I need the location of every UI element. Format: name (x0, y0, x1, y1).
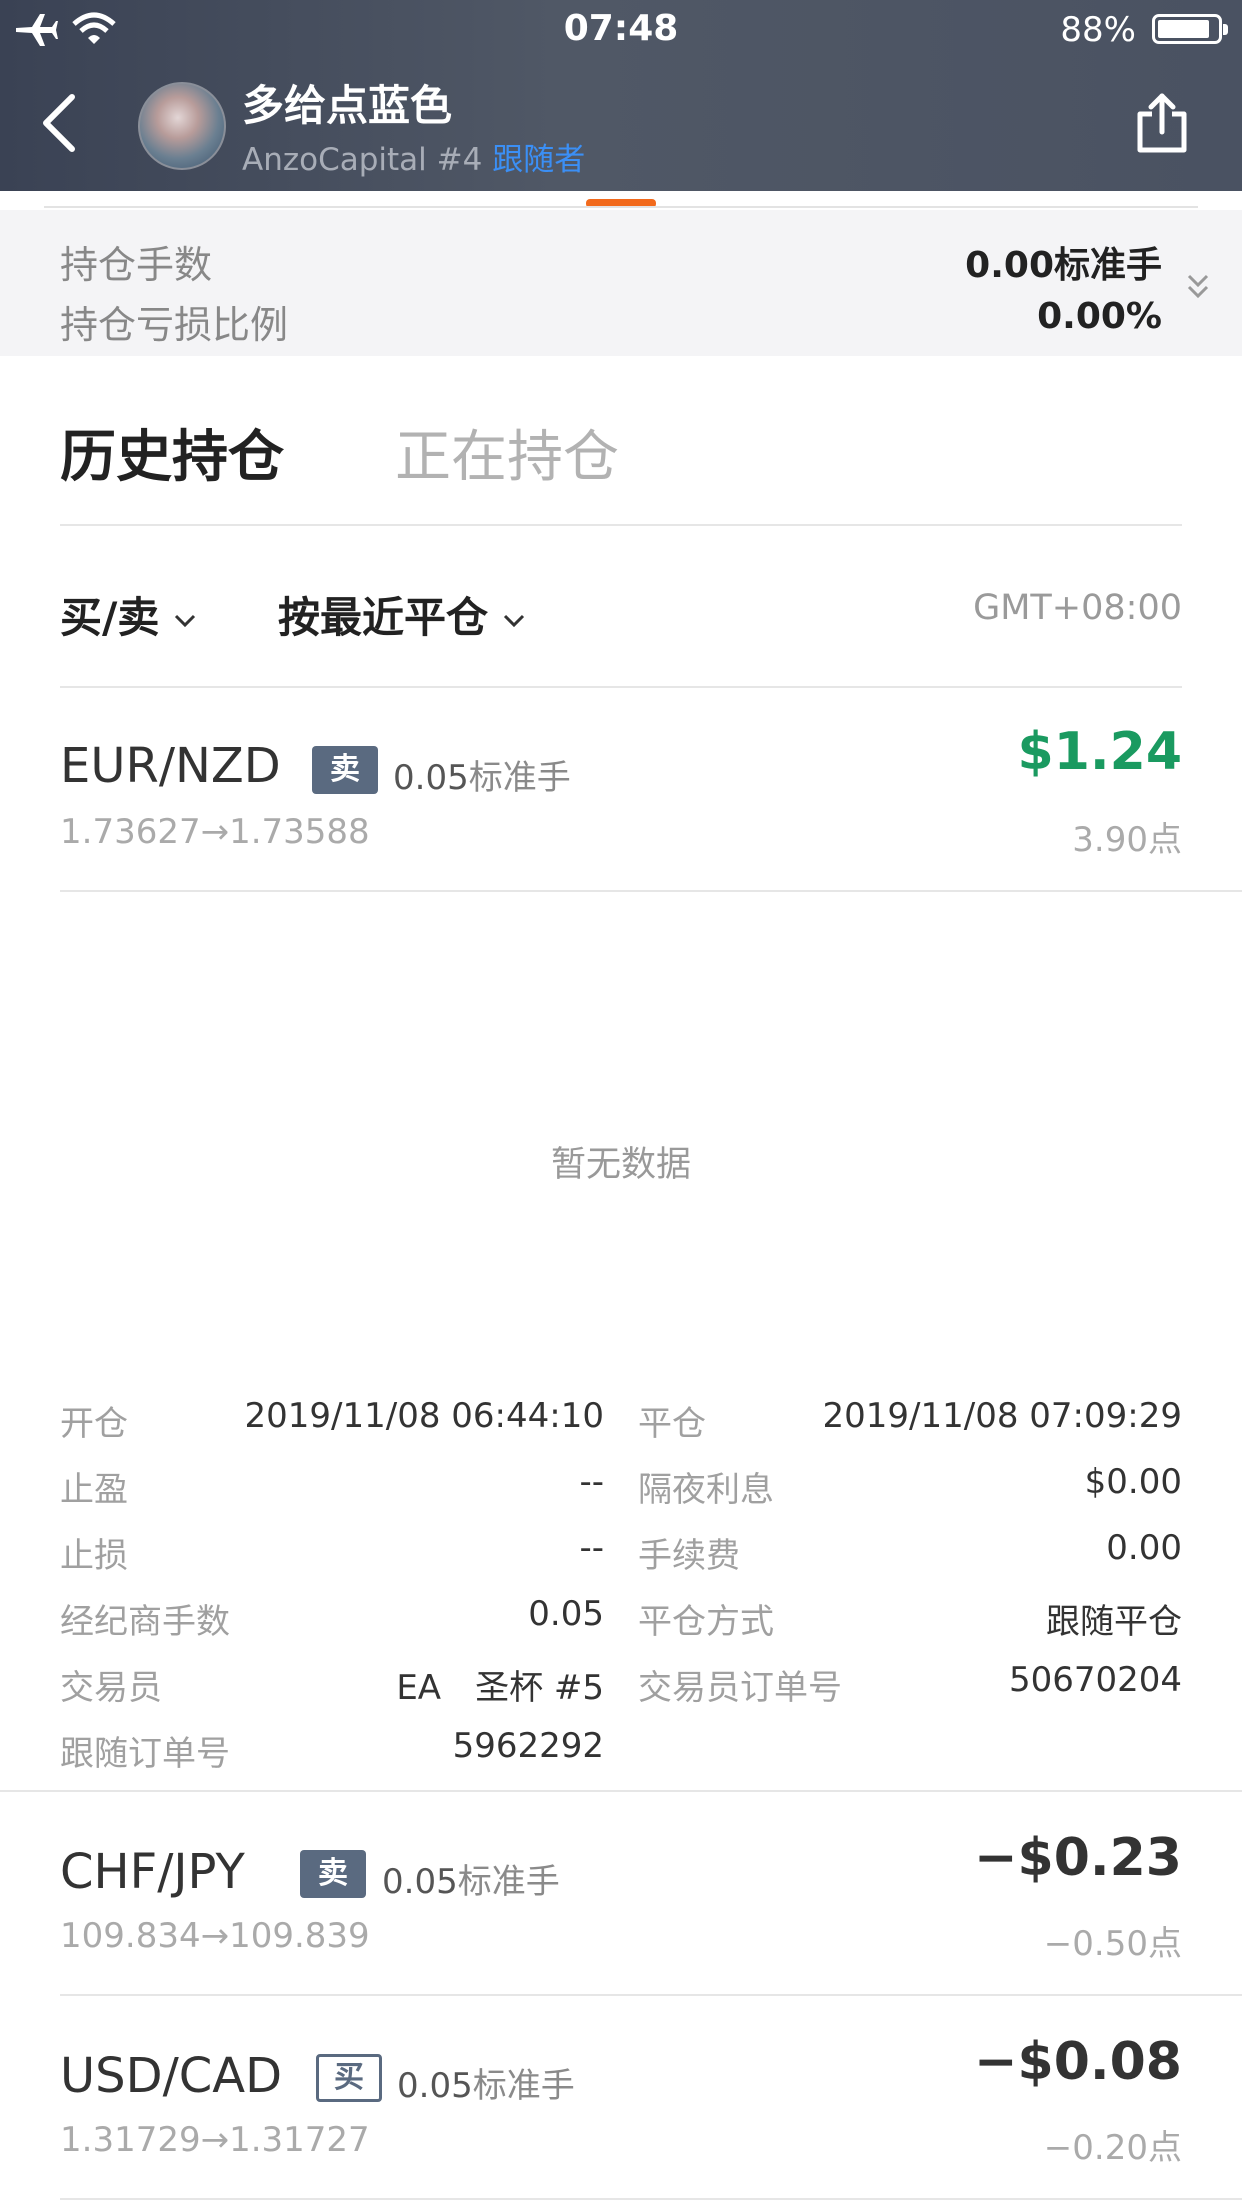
loss-ratio-value: 0.00% (1037, 296, 1162, 337)
fee-value: 0.00 (1106, 1528, 1182, 1568)
broker-lots-label: 经纪商手数 (60, 1602, 230, 1642)
user-subtitle: AnzoCapital #4 跟随者 (242, 134, 585, 179)
lots-value: 0.00标准手 (965, 245, 1162, 286)
lots-label: 持仓手数 (60, 243, 213, 287)
trade-points: −0.20点 (1043, 2128, 1182, 2168)
role-label: 跟随者 (492, 142, 586, 178)
avatar[interactable] (138, 82, 226, 170)
divider (44, 206, 1198, 208)
tab-open[interactable]: 正在持仓 (395, 412, 619, 493)
timezone-label: GMT+08:00 (973, 588, 1182, 628)
trader-order-value: 50670204 (1008, 1660, 1182, 1700)
side-filter[interactable]: 买/卖 (60, 584, 197, 645)
take-profit-value: -- (579, 1462, 604, 1502)
chevron-down-icon (503, 614, 525, 627)
back-arrow-icon[interactable] (40, 93, 80, 153)
side-filter-label: 买/卖 (60, 593, 160, 642)
swap-label: 隔夜利息 (638, 1470, 774, 1510)
open-time-label: 开仓 (60, 1404, 128, 1444)
trader-label: 交易员 (60, 1668, 162, 1708)
sort-filter-label: 按最近平仓 (278, 593, 489, 642)
lots-number: 0.05 (382, 1862, 458, 1902)
broker-label: AnzoCapital #4 (242, 142, 483, 178)
trade-prices: 109.834→109.839 (60, 1916, 370, 1956)
filter-divider (60, 686, 1182, 688)
trade-points: −0.50点 (1043, 1924, 1182, 1964)
battery-icon (1152, 14, 1228, 44)
side-badge: 卖 (312, 746, 378, 794)
side-badge: 买 (316, 2054, 382, 2102)
user-nickname: 多给点蓝色 (242, 81, 453, 130)
loss-ratio-label: 持仓亏损比例 (60, 303, 289, 347)
trade-points: 3.90点 (1072, 820, 1182, 860)
lots-unit: 标准手 (457, 1862, 560, 1902)
trade-pair: USD/CAD (60, 2048, 283, 2104)
fee-label: 手续费 (638, 1536, 740, 1576)
row-divider (60, 890, 1242, 892)
status-bar: 07:48 88% (0, 0, 1242, 60)
position-summary[interactable]: 持仓手数 0.00标准手 持仓亏损比例 0.00% (0, 210, 1242, 356)
trade-profit: $1.24 (1017, 722, 1182, 782)
trade-lots: 0.05标准手 (382, 1854, 560, 1903)
lots-unit: 标准手 (472, 2066, 575, 2106)
stop-loss-label: 止损 (60, 1536, 128, 1576)
share-icon[interactable] (1134, 92, 1190, 154)
trade-pair: CHF/JPY (60, 1844, 245, 1900)
trade-lots: 0.05标准手 (393, 750, 571, 799)
sort-filter[interactable]: 按最近平仓 (278, 584, 526, 645)
row-divider (60, 1994, 1242, 1996)
take-profit-label: 止盈 (60, 1470, 128, 1510)
chevron-down-icon (175, 614, 196, 627)
tabs-divider (60, 524, 1182, 526)
trade-prices: 1.31729→1.31727 (60, 2120, 370, 2160)
tab-history[interactable]: 历史持仓 (60, 412, 284, 493)
stop-loss-value: -- (579, 1528, 604, 1568)
open-time-value: 2019/11/08 06:44:10 (244, 1396, 604, 1436)
close-method-label: 平仓方式 (638, 1602, 774, 1642)
empty-state: 暂无数据 (550, 1145, 691, 1185)
side-badge: 卖 (300, 1850, 366, 1898)
expand-chevron-icon[interactable] (1186, 272, 1210, 302)
status-time: 07:48 (563, 8, 679, 49)
row-divider (60, 2198, 1242, 2200)
trade-lots: 0.05标准手 (397, 2058, 575, 2107)
trade-pair: EUR/NZD (60, 738, 281, 794)
trader-value: EA 圣杯 #5 (396, 1668, 604, 1708)
swap-value: $0.00 (1084, 1462, 1182, 1502)
close-method-value: 跟随平仓 (1046, 1602, 1182, 1642)
broker-lots-value: 0.05 (528, 1594, 604, 1634)
close-time-value: 2019/11/08 07:09:29 (822, 1396, 1182, 1436)
close-time-label: 平仓 (638, 1404, 706, 1444)
row-divider (0, 1790, 1242, 1792)
header-bar: 07:48 88% 多给点蓝色 AnzoCapital #4 跟随者 (0, 0, 1242, 191)
battery-percent: 88% (1060, 10, 1136, 50)
lots-unit: 标准手 (468, 758, 571, 798)
follow-order-value: 5962292 (452, 1726, 604, 1766)
lots-number: 0.05 (397, 2066, 473, 2106)
trader-order-label: 交易员订单号 (638, 1668, 842, 1708)
trade-profit: −$0.23 (973, 1828, 1182, 1888)
trade-profit: −$0.08 (973, 2032, 1182, 2092)
follow-order-label: 跟随订单号 (60, 1734, 230, 1774)
trade-prices: 1.73627→1.73588 (60, 812, 370, 852)
lots-number: 0.05 (393, 758, 469, 798)
